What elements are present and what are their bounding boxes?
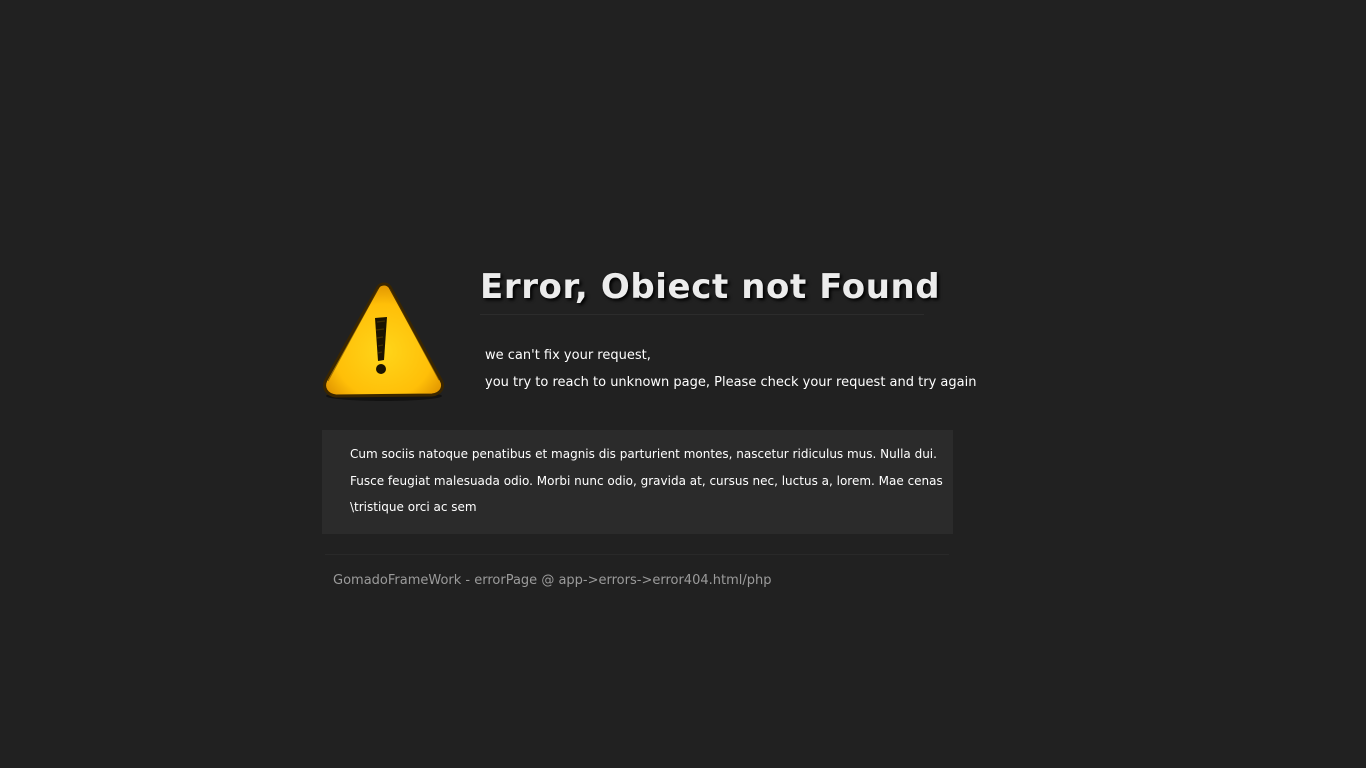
error-message-line: we can't fix your request, bbox=[485, 348, 651, 363]
footer-text: GomadoFrameWork - errorPage @ app->error… bbox=[333, 573, 772, 588]
info-box-line: Cum sociis natoque penatibus et magnis d… bbox=[350, 447, 937, 461]
title-divider bbox=[480, 314, 924, 315]
info-box: Cum sociis natoque penatibus et magnis d… bbox=[322, 430, 953, 534]
page-title: Error, Obiect not Found bbox=[480, 267, 941, 307]
info-box-line: \tristique orci ac sem bbox=[350, 500, 477, 514]
warning-icon bbox=[318, 280, 448, 404]
error-page: Error, Obiect not Found we can't fix you… bbox=[0, 0, 1366, 768]
error-message-line: you try to reach to unknown page, Please… bbox=[485, 375, 977, 390]
info-box-line: Fusce feugiat malesuada odio. Morbi nunc… bbox=[350, 473, 943, 488]
error-message: we can't fix your request, you try to re… bbox=[485, 342, 976, 396]
footer-divider bbox=[325, 554, 949, 555]
